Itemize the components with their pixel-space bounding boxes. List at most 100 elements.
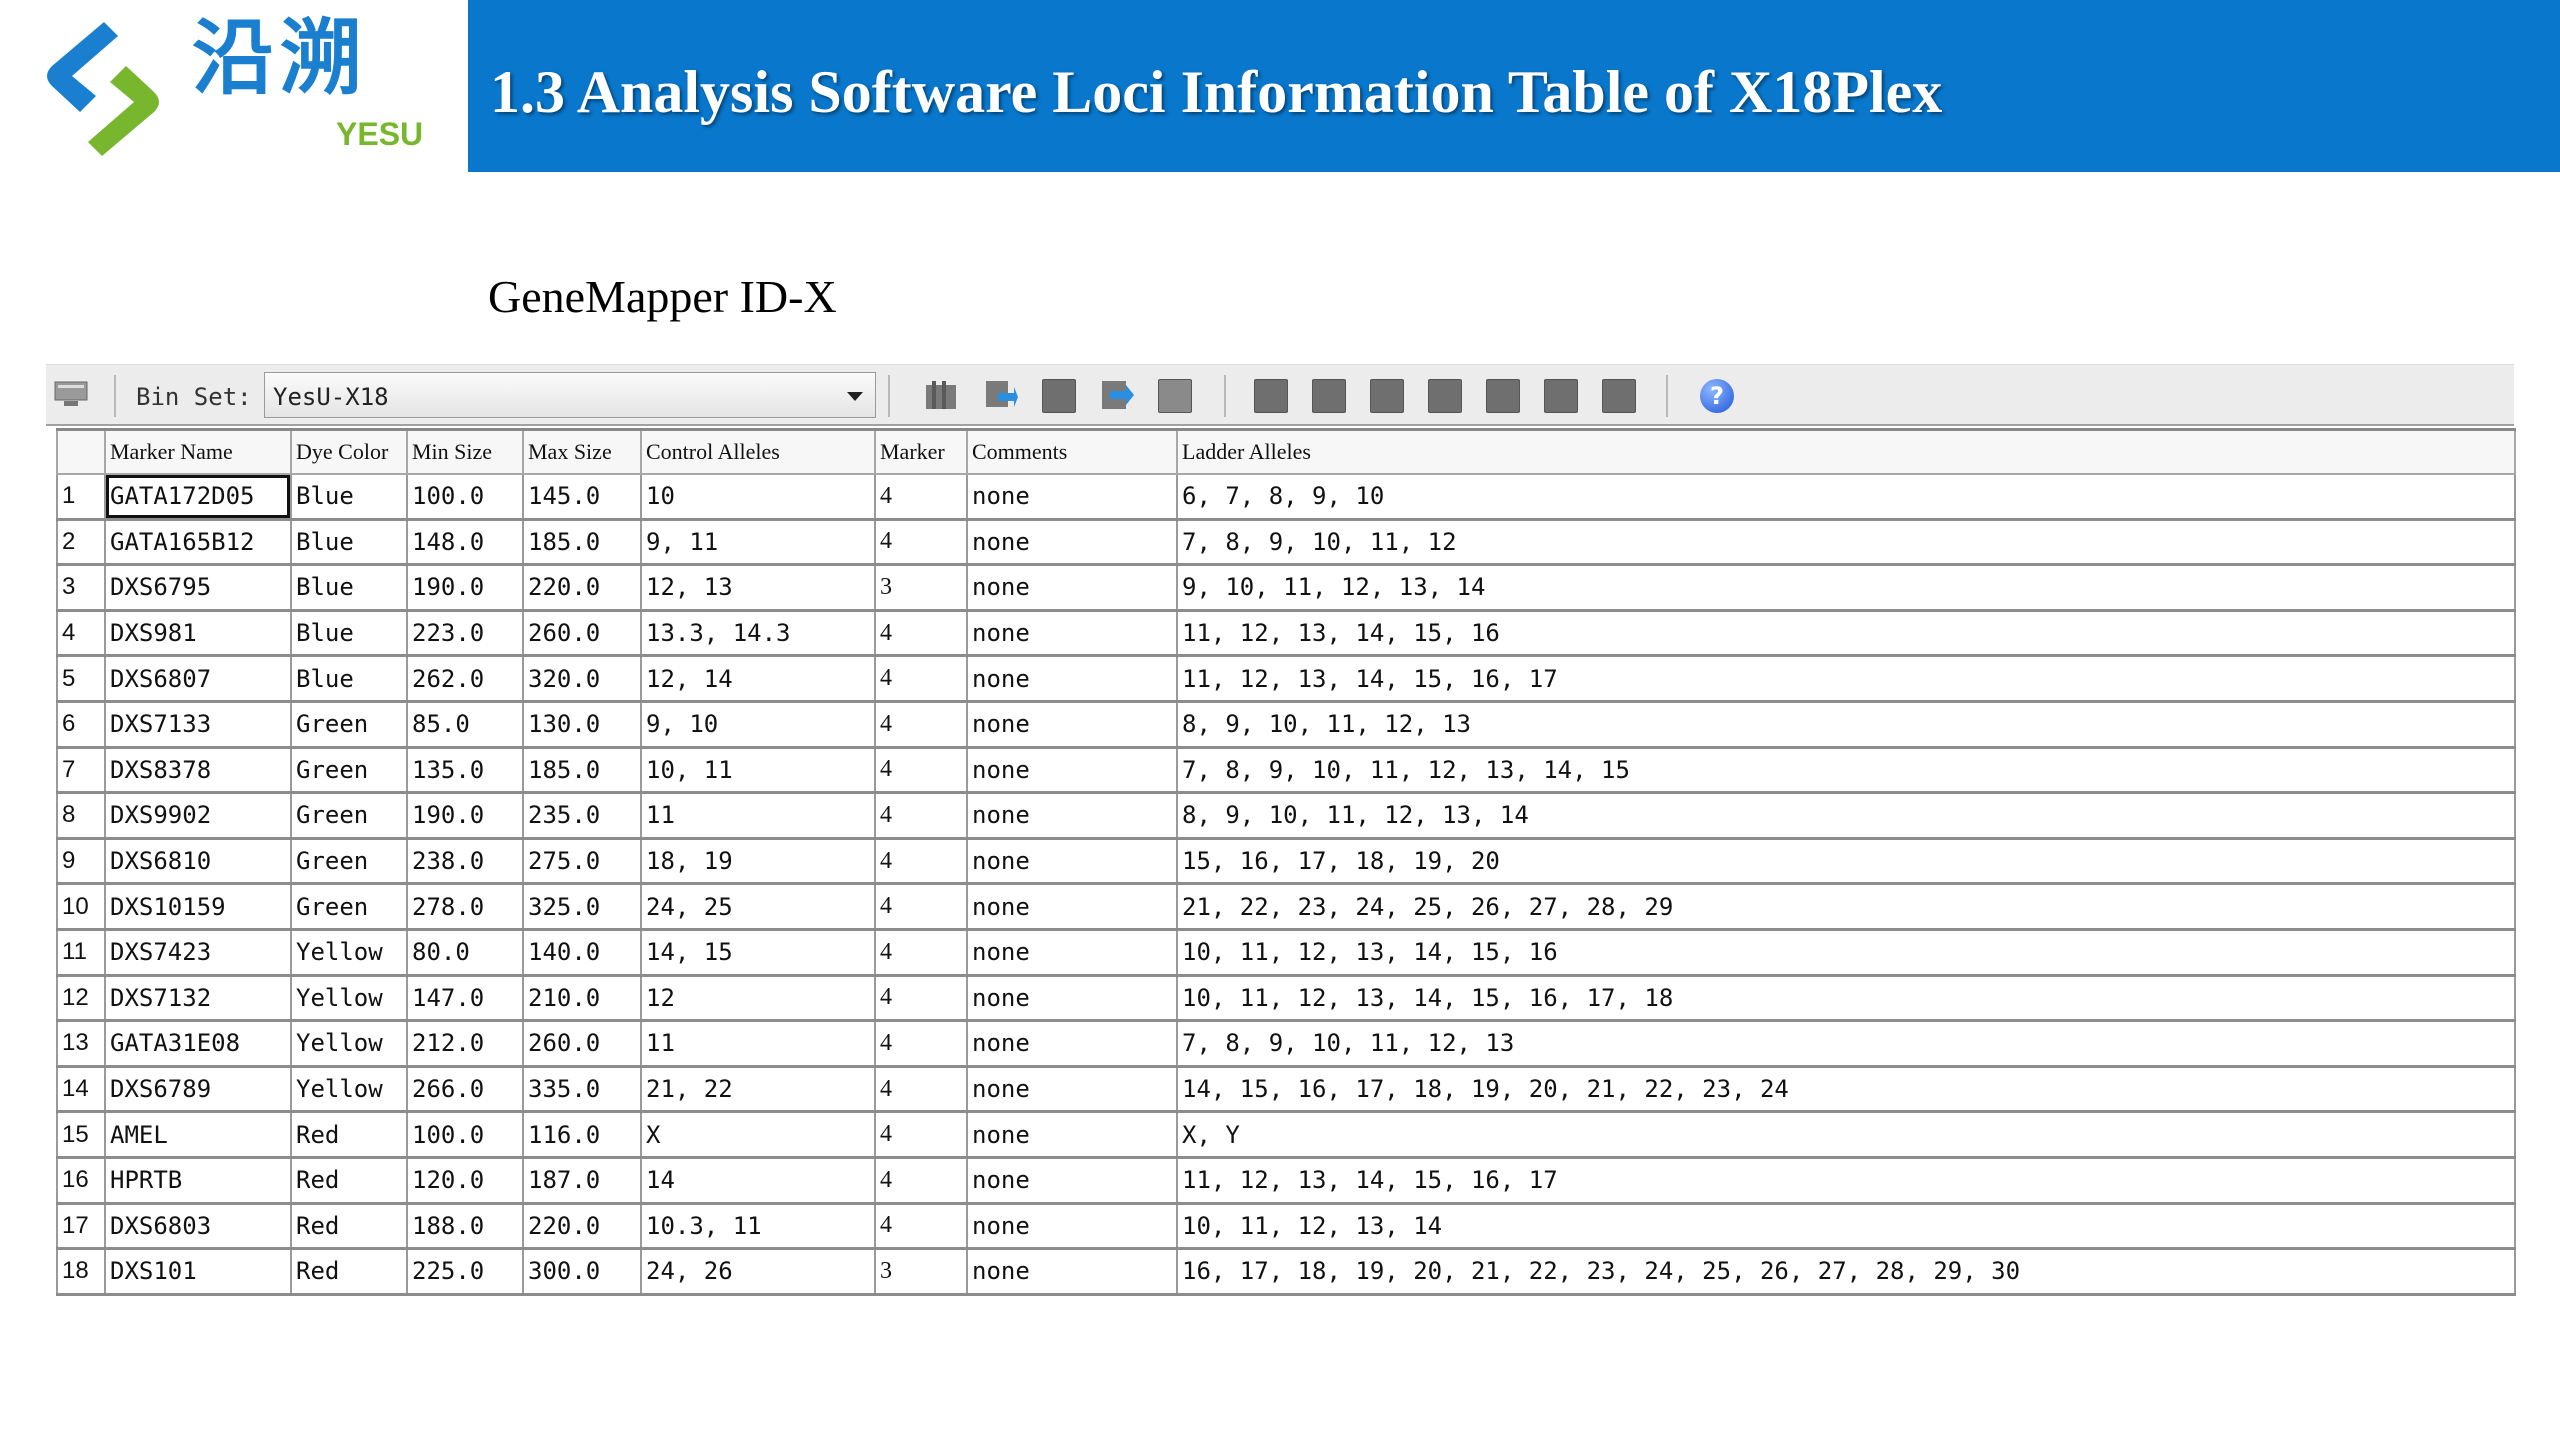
control-alleles-cell[interactable]: 13.3, 14.3 <box>641 610 876 658</box>
control-alleles-cell[interactable]: X <box>641 1111 876 1159</box>
control-alleles-cell[interactable]: 10.3, 11 <box>641 1203 876 1251</box>
grey-square-icon[interactable] <box>1486 379 1520 413</box>
control-alleles-cell[interactable]: 14, 15 <box>641 929 876 977</box>
table-row[interactable]: 16 HPRTB Red 120.0 187.0 14 4 none 11, 12, 13, 1… <box>56 1157 2516 1205</box>
min-size-cell[interactable]: 147.0 <box>407 975 524 1023</box>
max-size-cell[interactable]: 210.0 <box>523 975 642 1023</box>
table-row[interactable]: 17 DXS6803 Red 188.0 220.0 10.3, 11 4 none 10, 1… <box>56 1203 2516 1251</box>
comments-cell[interactable]: none <box>967 1066 1178 1114</box>
table-row[interactable]: 3 DXS6795 Blue 190.0 220.0 12, 13 3 none 9, 10, … <box>56 564 2516 612</box>
dye-color-cell[interactable]: Green <box>291 838 408 886</box>
ladder-alleles-cell[interactable]: 16, 17, 18, 19, 20, 21, 22, 23, 24, 25, … <box>1177 1248 2516 1296</box>
dye-color-cell[interactable]: Blue <box>291 655 408 703</box>
ladder-alleles-cell[interactable]: 9, 10, 11, 12, 13, 14 <box>1177 564 2516 612</box>
row-number[interactable]: 12 <box>56 975 106 1023</box>
comments-cell[interactable]: none <box>967 929 1178 977</box>
comments-cell[interactable]: none <box>967 1203 1178 1251</box>
ladder-alleles-cell[interactable]: 11, 12, 13, 14, 15, 16, 17 <box>1177 655 2516 703</box>
min-size-cell[interactable]: 80.0 <box>407 929 524 977</box>
marker-cell[interactable]: 4 <box>875 655 968 703</box>
grey-square-icon[interactable] <box>1312 379 1346 413</box>
min-size-cell[interactable]: 100.0 <box>407 474 524 521</box>
comments-cell[interactable]: none <box>967 1111 1178 1159</box>
row-number[interactable]: 2 <box>56 519 106 567</box>
comments-cell[interactable]: none <box>967 838 1178 886</box>
ladder-alleles-cell[interactable]: X, Y <box>1177 1111 2516 1159</box>
max-size-cell[interactable]: 185.0 <box>523 519 642 567</box>
bin-set-dropdown[interactable]: YesU-X18 <box>264 372 876 418</box>
min-size-cell[interactable]: 262.0 <box>407 655 524 703</box>
help-icon[interactable]: ? <box>1700 379 1734 413</box>
marker-cell[interactable]: 4 <box>875 1066 968 1114</box>
row-number[interactable]: 16 <box>56 1157 106 1205</box>
row-number[interactable]: 3 <box>56 564 106 612</box>
ladder-alleles-cell[interactable]: 8, 9, 10, 11, 12, 13, 14 <box>1177 792 2516 840</box>
ladder-alleles-cell[interactable]: 11, 12, 13, 14, 15, 16, 17 <box>1177 1157 2516 1205</box>
dye-color-cell[interactable]: Blue <box>291 519 408 567</box>
dye-color-cell[interactable]: Red <box>291 1111 408 1159</box>
grey-square-icon[interactable] <box>1254 379 1288 413</box>
dye-color-cell[interactable]: Yellow <box>291 1020 408 1068</box>
row-number[interactable]: 15 <box>56 1111 106 1159</box>
table-row[interactable]: 2 GATA165B12 Blue 148.0 185.0 9, 11 4 none 7, 8,… <box>56 519 2516 567</box>
row-number[interactable]: 17 <box>56 1203 106 1251</box>
row-number[interactable]: 18 <box>56 1248 106 1296</box>
min-size-cell[interactable]: 212.0 <box>407 1020 524 1068</box>
table-row[interactable]: 13 GATA31E08 Yellow 212.0 260.0 11 4 none 7, 8, … <box>56 1020 2516 1068</box>
comments-cell[interactable]: none <box>967 1248 1178 1296</box>
control-alleles-cell[interactable]: 10, 11 <box>641 747 876 795</box>
marker-name-cell[interactable]: DXS9902 <box>105 792 292 840</box>
row-number-header[interactable] <box>56 428 106 475</box>
marker-name-cell[interactable]: HPRTB <box>105 1157 292 1205</box>
marker-cell[interactable]: 4 <box>875 1203 968 1251</box>
control-alleles-cell[interactable]: 24, 25 <box>641 883 876 931</box>
chevron-down-icon[interactable] <box>847 392 863 401</box>
control-alleles-header[interactable]: Control Alleles <box>640 428 876 475</box>
min-size-cell[interactable]: 120.0 <box>407 1157 524 1205</box>
control-alleles-cell[interactable]: 9, 11 <box>641 519 876 567</box>
marker-cell[interactable]: 4 <box>875 792 968 840</box>
marker-name-cell[interactable]: DXS7133 <box>105 701 292 749</box>
ladder-alleles-cell[interactable]: 6, 7, 8, 9, 10 <box>1177 474 2516 521</box>
max-size-cell[interactable]: 140.0 <box>523 929 642 977</box>
table-row[interactable]: 15 AMEL Red 100.0 116.0 X 4 none X, Y <box>56 1111 2516 1159</box>
control-alleles-cell[interactable]: 18, 19 <box>641 838 876 886</box>
dye-color-cell[interactable]: Yellow <box>291 929 408 977</box>
max-size-cell[interactable]: 185.0 <box>523 747 642 795</box>
dye-color-cell[interactable]: Green <box>291 747 408 795</box>
table-row[interactable]: 6 DXS7133 Green 85.0 130.0 9, 10 4 none 8, 9, 10… <box>56 701 2516 749</box>
marker-cell[interactable]: 4 <box>875 610 968 658</box>
ladder-alleles-header[interactable]: Ladder Alleles <box>1176 428 2516 475</box>
dye-color-cell[interactable]: Green <box>291 701 408 749</box>
min-size-cell[interactable]: 238.0 <box>407 838 524 886</box>
comments-cell[interactable]: none <box>967 519 1178 567</box>
max-size-cell[interactable]: 235.0 <box>523 792 642 840</box>
marker-cell[interactable]: 4 <box>875 838 968 886</box>
comments-cell[interactable]: none <box>967 564 1178 612</box>
table-row[interactable]: 5 DXS6807 Blue 262.0 320.0 12, 14 4 none 11, 12,… <box>56 655 2516 703</box>
max-size-cell[interactable]: 300.0 <box>523 1248 642 1296</box>
dye-color-cell[interactable]: Green <box>291 883 408 931</box>
max-size-cell[interactable]: 130.0 <box>523 701 642 749</box>
control-alleles-cell[interactable]: 24, 26 <box>641 1248 876 1296</box>
max-size-cell[interactable]: 220.0 <box>523 1203 642 1251</box>
table-row[interactable]: 18 DXS101 Red 225.0 300.0 24, 26 3 none 16, 17, … <box>56 1248 2516 1296</box>
min-size-cell[interactable]: 135.0 <box>407 747 524 795</box>
ladder-alleles-cell[interactable]: 8, 9, 10, 11, 12, 13 <box>1177 701 2516 749</box>
marker-cell[interactable]: 4 <box>875 1111 968 1159</box>
min-size-header[interactable]: Min Size <box>406 428 524 475</box>
control-alleles-cell[interactable]: 9, 10 <box>641 701 876 749</box>
ladder-alleles-cell[interactable]: 7, 8, 9, 10, 11, 12, 13, 14, 15 <box>1177 747 2516 795</box>
min-size-cell[interactable]: 100.0 <box>407 1111 524 1159</box>
ladder-alleles-cell[interactable]: 11, 12, 13, 14, 15, 16 <box>1177 610 2516 658</box>
dye-color-cell[interactable]: Red <box>291 1248 408 1296</box>
min-size-cell[interactable]: 190.0 <box>407 564 524 612</box>
control-alleles-cell[interactable]: 14 <box>641 1157 876 1205</box>
max-size-cell[interactable]: 116.0 <box>523 1111 642 1159</box>
max-size-cell[interactable]: 335.0 <box>523 1066 642 1114</box>
min-size-cell[interactable]: 278.0 <box>407 883 524 931</box>
marker-cell[interactable]: 4 <box>875 474 968 521</box>
export-icon[interactable] <box>1100 379 1134 413</box>
max-size-header[interactable]: Max Size <box>522 428 642 475</box>
comments-cell[interactable]: none <box>967 747 1178 795</box>
